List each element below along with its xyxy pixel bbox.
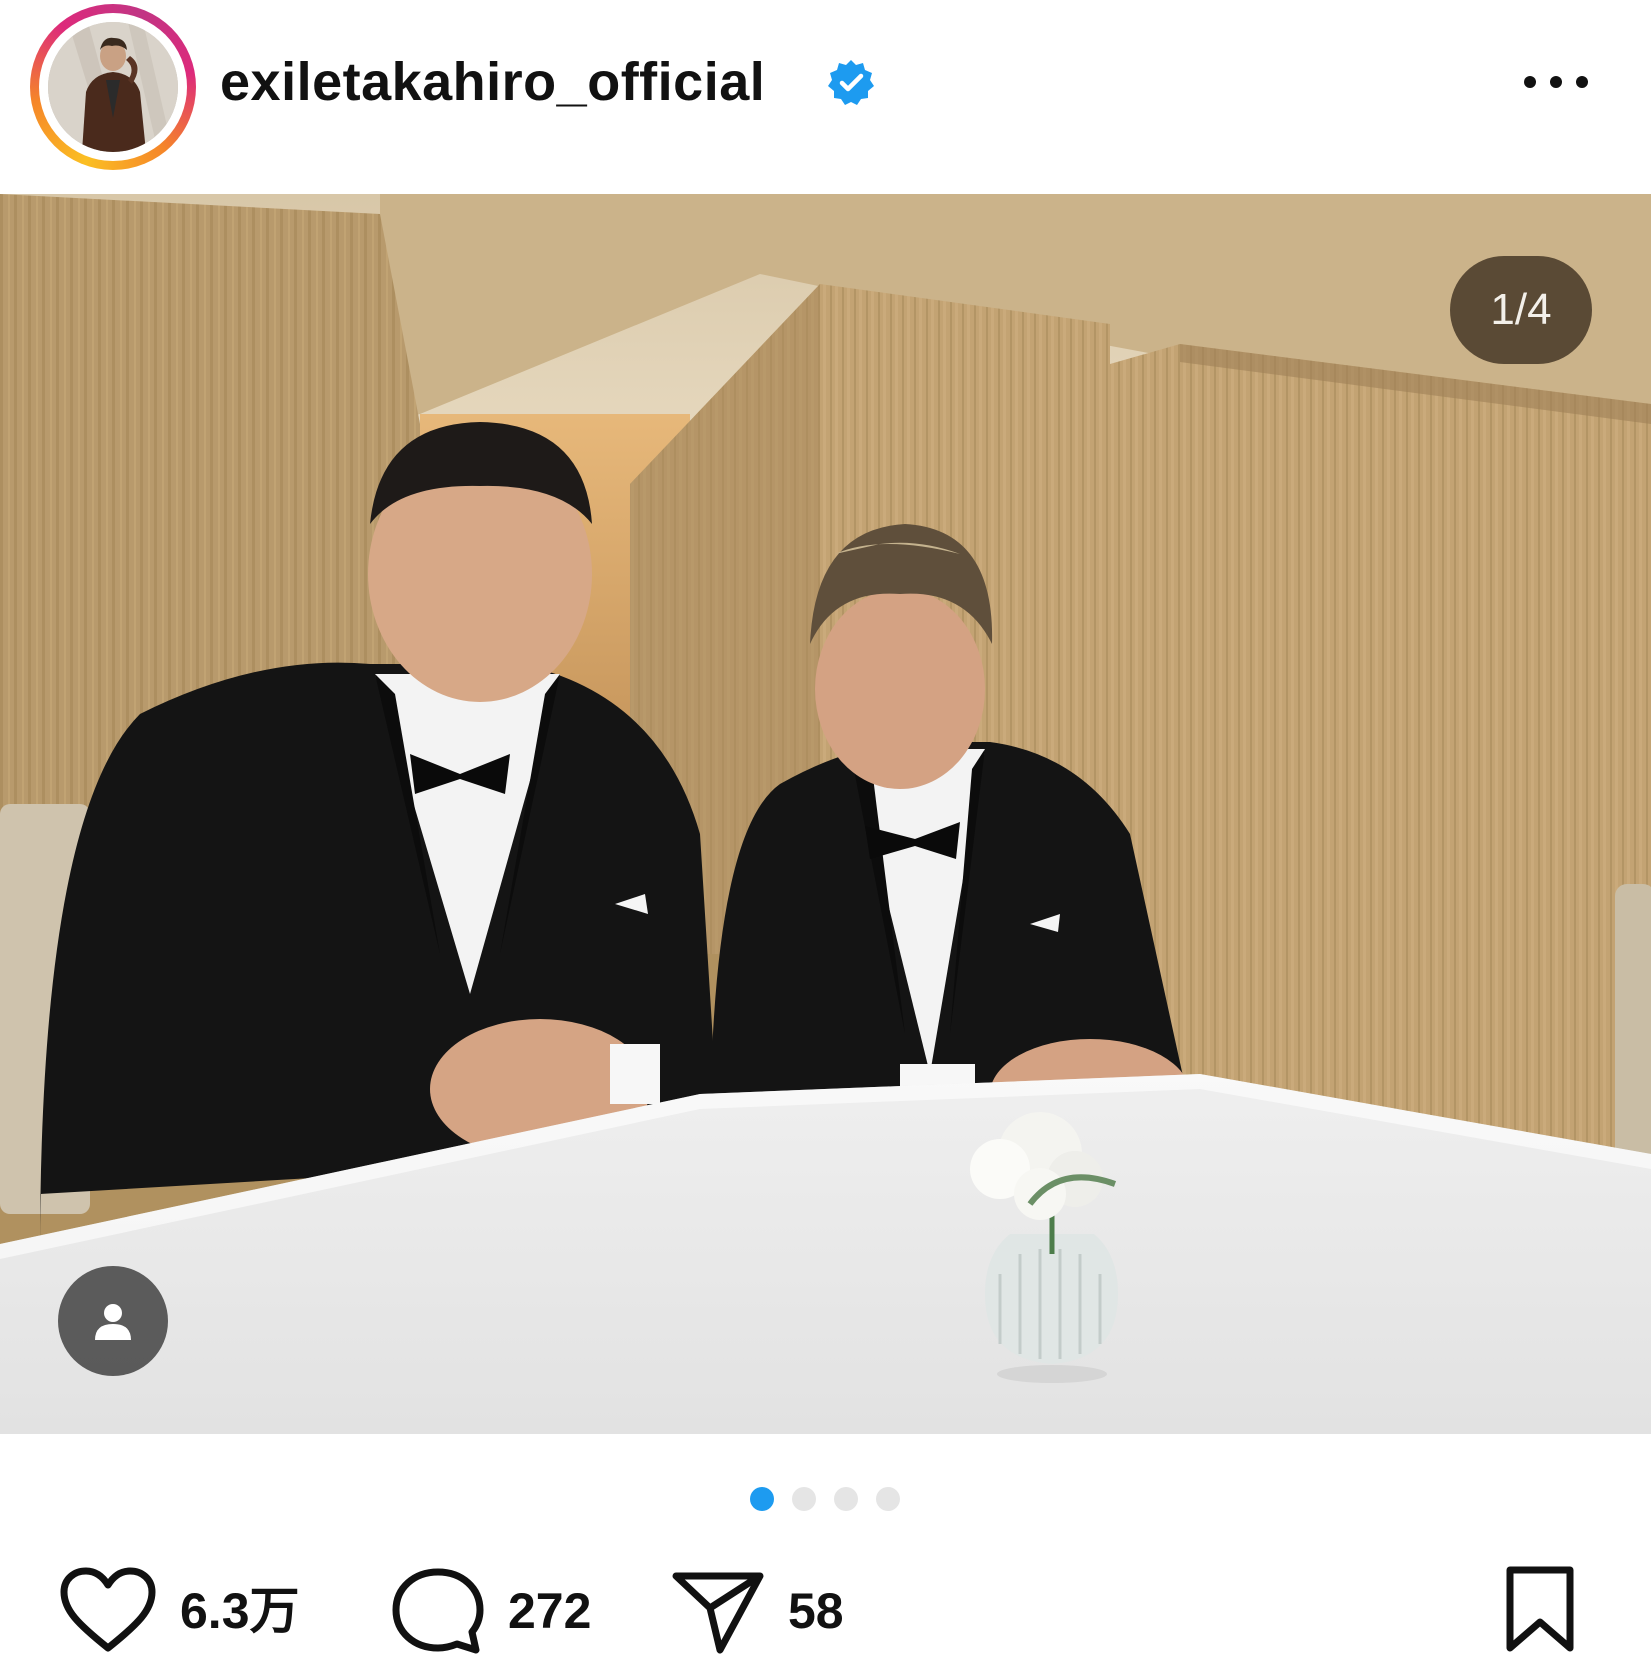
verified-badge-icon bbox=[828, 60, 874, 105]
post-photo[interactable]: 1/4 bbox=[0, 194, 1651, 1434]
like-count: 6.3万 bbox=[180, 1583, 300, 1639]
comment-count: 272 bbox=[508, 1583, 592, 1639]
slide-counter: 1/4 bbox=[1450, 256, 1592, 364]
post-header: exiletakahiro_official bbox=[0, 0, 1651, 170]
paper-plane-icon bbox=[672, 1572, 764, 1654]
username[interactable]: exiletakahiro_official bbox=[220, 50, 765, 114]
comment-button[interactable]: 272 bbox=[390, 1566, 591, 1656]
story-ring[interactable] bbox=[30, 4, 196, 170]
avatar-photo bbox=[48, 22, 178, 152]
carousel-dot-4[interactable] bbox=[876, 1487, 900, 1511]
carousel-dot-1[interactable] bbox=[750, 1487, 774, 1511]
heart-icon bbox=[60, 1567, 156, 1652]
carousel-dot-2[interactable] bbox=[792, 1487, 816, 1511]
photo-scene bbox=[0, 194, 1651, 1434]
share-button[interactable]: 58 bbox=[670, 1566, 844, 1656]
user-tag-icon bbox=[95, 1304, 131, 1340]
more-horizontal-icon[interactable] bbox=[1520, 62, 1592, 102]
user-tag-button[interactable] bbox=[58, 1266, 168, 1376]
action-bar: 6.3万 272 58 bbox=[0, 1560, 1651, 1680]
avatar[interactable] bbox=[48, 22, 178, 152]
comment-bubble-icon bbox=[392, 1568, 484, 1654]
carousel-dot-3[interactable] bbox=[834, 1487, 858, 1511]
share-count: 58 bbox=[788, 1583, 844, 1639]
bookmark-icon[interactable] bbox=[1500, 1564, 1580, 1654]
like-button[interactable]: 6.3万 bbox=[58, 1566, 300, 1656]
carousel-indicator bbox=[0, 1484, 1651, 1514]
